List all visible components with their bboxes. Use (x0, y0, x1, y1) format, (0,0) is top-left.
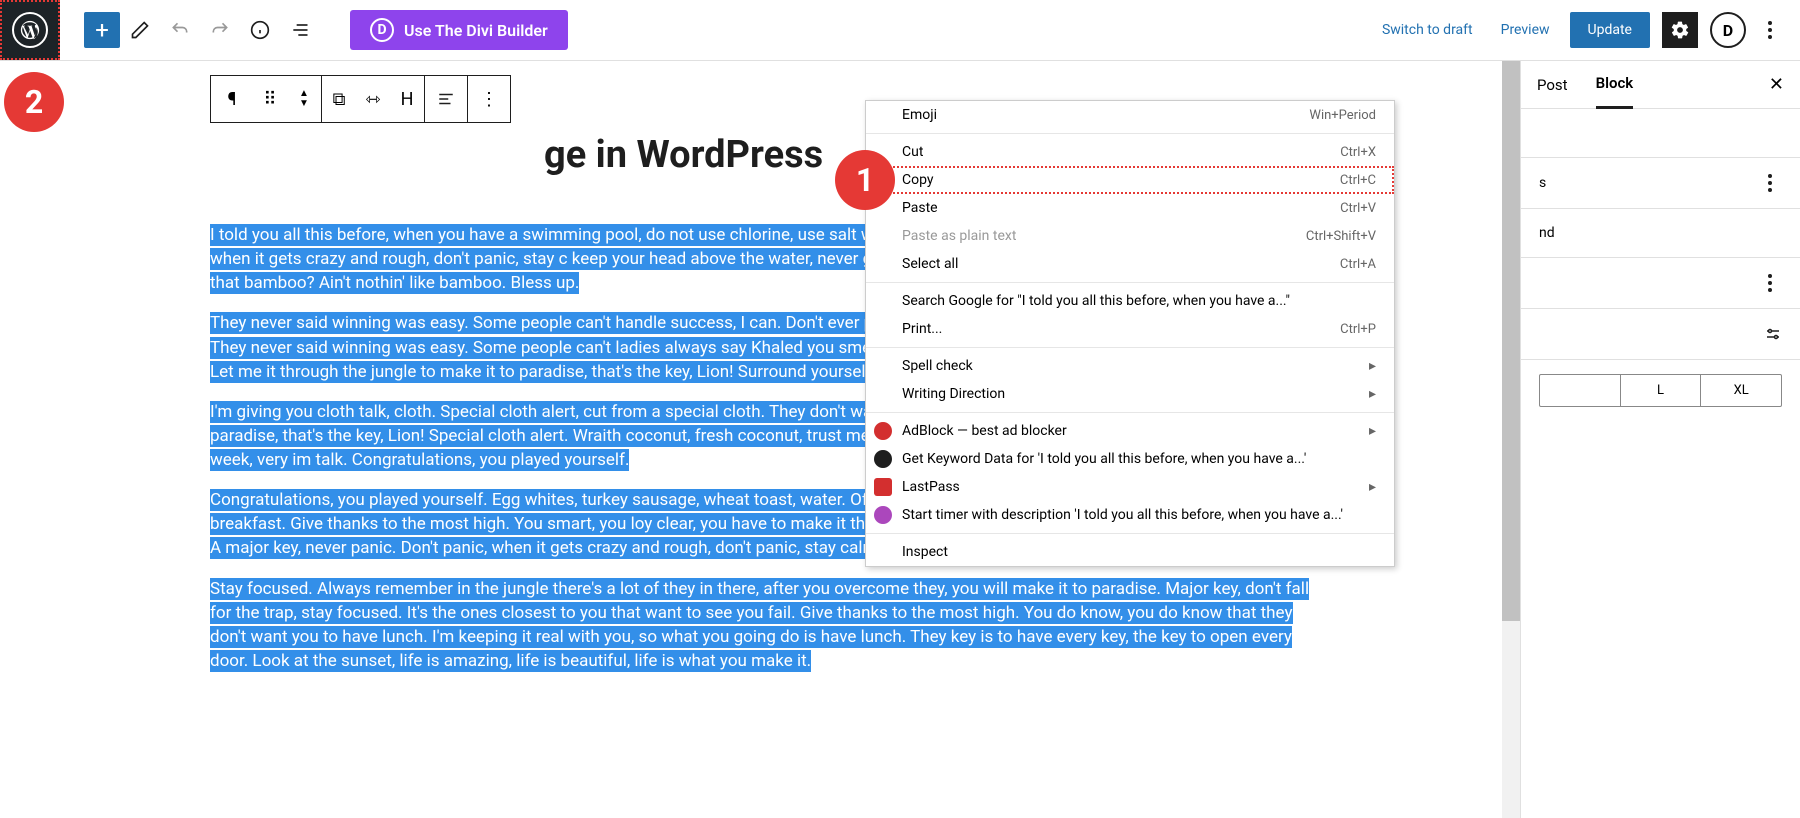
ctx-keyword[interactable]: Get Keyword Data for 'I told you all thi… (866, 445, 1394, 473)
sliders-icon[interactable] (1764, 325, 1782, 343)
settings-button[interactable] (1662, 12, 1698, 48)
more-icon[interactable] (1758, 174, 1782, 192)
ctx-writing-direction[interactable]: Writing Direction▸ (866, 380, 1394, 408)
chevron-right-icon: ▸ (1369, 423, 1376, 439)
sidebar-row[interactable] (1521, 258, 1800, 309)
info-icon[interactable] (242, 12, 278, 48)
chevron-right-icon: ▸ (1369, 386, 1376, 402)
ctx-paste-plain: Paste as plain textCtrl+Shift+V (866, 222, 1394, 250)
align-width-icon[interactable]: ⇿ (356, 76, 390, 122)
size-option-l[interactable]: L (1621, 375, 1702, 406)
size-option[interactable] (1540, 375, 1621, 406)
undo-icon[interactable] (162, 12, 198, 48)
gear-icon (1670, 20, 1690, 40)
block-more-icon[interactable]: ⋮ (468, 76, 510, 122)
sidebar-row[interactable]: nd (1521, 209, 1800, 258)
align-text-icon[interactable] (425, 76, 467, 122)
divi-label: Use The Divi Builder (404, 21, 548, 40)
ctx-timer[interactable]: Start timer with description 'I told you… (866, 501, 1394, 529)
heading-icon[interactable]: H (390, 76, 424, 122)
redo-icon[interactable] (202, 12, 238, 48)
update-button[interactable]: Update (1570, 12, 1650, 48)
wp-logo-button[interactable] (0, 0, 60, 60)
tab-block[interactable]: Block (1596, 60, 1634, 109)
sidebar-text: nd (1539, 225, 1555, 241)
divi-icon: D (370, 18, 394, 42)
edit-icon[interactable] (122, 12, 158, 48)
adblock-icon (874, 422, 892, 440)
sidebar-section (1521, 109, 1800, 158)
chevron-right-icon: ▸ (1369, 479, 1376, 495)
tab-post[interactable]: Post (1537, 62, 1568, 108)
ctx-lastpass[interactable]: LastPass▸ (866, 473, 1394, 501)
divi-settings-icon[interactable]: D (1710, 12, 1746, 48)
ctx-spell-check[interactable]: Spell check▸ (866, 352, 1394, 380)
ctx-emoji[interactable]: EmojiWin+Period (866, 101, 1394, 129)
top-toolbar: + D Use The Divi Builder Switch to draft… (0, 0, 1800, 61)
drag-handle-icon[interactable]: ⠿ (253, 76, 287, 122)
paragraph-block[interactable]: Stay focused. Always remember in the jun… (210, 577, 1310, 674)
annotation-badge-1: 1 (835, 150, 895, 210)
timer-icon (874, 506, 892, 524)
ctx-copy[interactable]: CopyCtrl+C (866, 166, 1394, 194)
switch-draft-link[interactable]: Switch to draft (1374, 14, 1481, 46)
transform-icon[interactable]: ⧉ (322, 76, 356, 122)
preview-link[interactable]: Preview (1493, 14, 1558, 46)
scrollbar-thumb[interactable] (1502, 61, 1520, 621)
sidebar-row[interactable] (1521, 309, 1800, 360)
divi-builder-button[interactable]: D Use The Divi Builder (350, 10, 568, 50)
ctx-cut[interactable]: CutCtrl+X (866, 138, 1394, 166)
ctx-print[interactable]: Print...Ctrl+P (866, 315, 1394, 343)
scrollbar-track (1502, 61, 1520, 818)
ctx-adblock[interactable]: AdBlock — best ad blocker▸ (866, 417, 1394, 445)
size-selector: L XL (1539, 374, 1782, 407)
topbar-right: Switch to draft Preview Update D (1374, 12, 1800, 48)
ctx-inspect[interactable]: Inspect (866, 538, 1394, 566)
lastpass-icon (874, 478, 892, 496)
size-option-xl[interactable]: XL (1701, 375, 1781, 406)
ctx-select-all[interactable]: Select allCtrl+A (866, 250, 1394, 278)
close-sidebar-icon[interactable]: ✕ (1769, 74, 1784, 95)
annotation-badge-2: 2 (4, 72, 64, 132)
add-block-button[interactable]: + (84, 12, 120, 48)
move-arrows-icon[interactable]: ▲▼ (287, 76, 321, 122)
more-icon[interactable] (1758, 274, 1782, 292)
context-menu: EmojiWin+Period CutCtrl+X CopyCtrl+C Pas… (865, 100, 1395, 567)
keyword-icon (874, 450, 892, 468)
outline-icon[interactable] (282, 12, 318, 48)
block-toolbar: ¶ ⠿ ▲▼ ⧉ ⇿ H ⋮ (210, 75, 511, 123)
ctx-search-google[interactable]: Search Google for "I told you all this b… (866, 287, 1394, 315)
more-options-icon[interactable] (1758, 21, 1782, 39)
ctx-paste[interactable]: PasteCtrl+V (866, 194, 1394, 222)
sidebar-row[interactable]: s (1521, 158, 1800, 209)
paragraph-type-icon[interactable]: ¶ (211, 76, 253, 122)
settings-sidebar: Post Block ✕ s nd L XL (1520, 61, 1800, 818)
chevron-right-icon: ▸ (1369, 358, 1376, 374)
wordpress-icon (12, 12, 48, 48)
sidebar-tabs: Post Block ✕ (1521, 61, 1800, 109)
sidebar-text: s (1539, 175, 1546, 191)
